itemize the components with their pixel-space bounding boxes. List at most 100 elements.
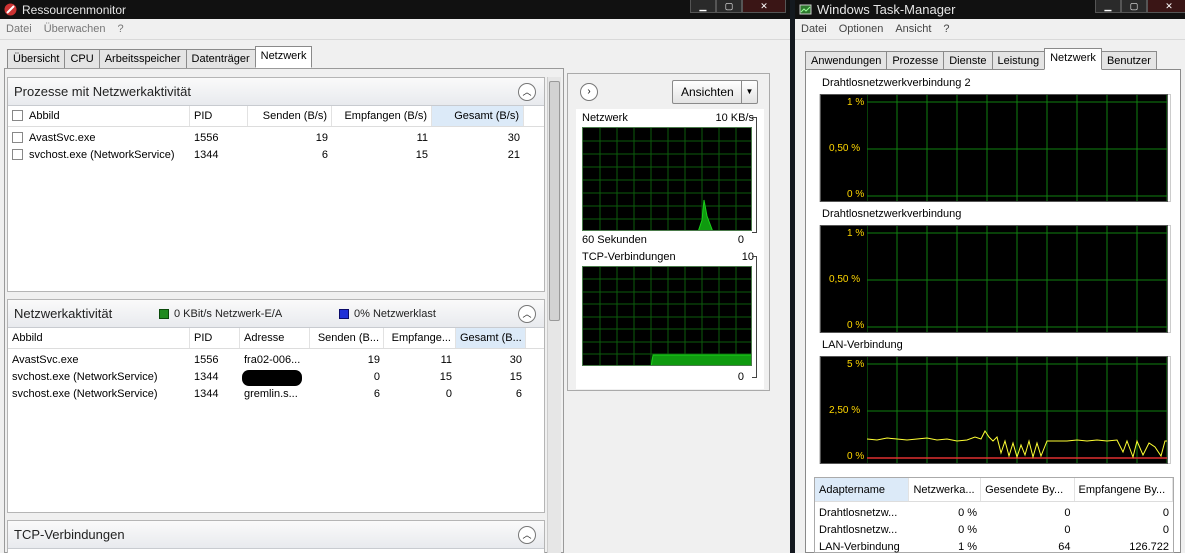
row-checkbox[interactable] [12, 149, 23, 160]
vertical-scrollbar[interactable] [547, 77, 561, 553]
y-tick-max: 1 % [847, 97, 865, 108]
rm-window-controls: ▁ ▢ ✕ [690, 0, 786, 13]
tab-arbeitsspeicher[interactable]: Arbeitsspeicher [98, 49, 187, 68]
tm-graph-wlan2-title: Drahtlosnetzwerkverbindung 2 [820, 77, 973, 89]
y-tick-mid: 0,50 % [829, 274, 861, 285]
row-checkbox[interactable] [12, 132, 23, 143]
table-row[interactable]: svchost.exe (NetworkService) 1344 gremli… [8, 386, 544, 403]
col-gesamt[interactable]: Gesamt (B/s) [432, 106, 524, 126]
col-senden[interactable]: Senden (B/s) [248, 106, 332, 126]
close-button[interactable]: ✕ [1147, 0, 1185, 13]
graph-netzwerk-max: 10 KB/s [715, 112, 754, 124]
tm-window-controls: ▁ ▢ ✕ [1095, 0, 1185, 13]
dropdown-arrow-icon: ▼ [741, 81, 757, 103]
table-row[interactable]: Drahtlosnetzw... 0 % 0 0 [815, 505, 1173, 522]
task-manager-window: Windows Task-Manager ▁ ▢ ✕ Datei Optione… [795, 0, 1185, 553]
col-abbild[interactable]: Abbild [8, 106, 190, 126]
y-tick-min: 0 % [847, 451, 865, 462]
tab-dienste[interactable]: Dienste [943, 51, 993, 70]
col-abbild[interactable]: Abbild [8, 328, 190, 348]
proc-section: Prozesse mit Netzwerkaktivität ︿ Abbild … [7, 77, 545, 292]
col-senden[interactable]: Senden (B... [310, 328, 384, 348]
io-color-icon [159, 308, 169, 319]
tm-graph-canvas: 1 % 0,50 % 0 % [820, 225, 1168, 333]
tab-cpu[interactable]: CPU [64, 49, 100, 68]
col-empfangen[interactable]: Empfangen (B/s) [332, 106, 432, 126]
maximize-button[interactable]: ▢ [716, 0, 742, 13]
tab-prozesse[interactable]: Prozesse [886, 51, 945, 70]
tab-datentraeger[interactable]: Datenträger [185, 49, 256, 68]
minimize-button[interactable]: ▁ [1095, 0, 1121, 13]
tm-grid-svg [867, 95, 1167, 201]
select-all-checkbox[interactable] [12, 110, 23, 121]
tab-leistung[interactable]: Leistung [991, 51, 1046, 70]
graph-netzwerk-footer: 60 Sekunden [582, 234, 647, 246]
col-pid[interactable]: PID [190, 328, 240, 348]
tab-netzwerk[interactable]: Netzwerk [254, 46, 313, 68]
collapse-icon[interactable]: ︿ [518, 526, 536, 544]
net-table-header: Abbild PID Adresse Senden (B... Empfange… [8, 328, 544, 349]
graph-bracket [752, 117, 757, 233]
proc-table-header: Abbild PID Senden (B/s) Empfangen (B/s) … [8, 106, 544, 127]
redacted-address [242, 370, 302, 386]
table-row[interactable]: svchost.exe (NetworkService) 1344 6 15 2… [8, 147, 544, 164]
col-adaptername[interactable]: Adaptername [815, 478, 910, 501]
table-row[interactable]: AvastSvc.exe 1556 19 11 30 [8, 130, 544, 147]
tm-menubar: Datei Optionen Ansicht ? [795, 19, 1185, 40]
tm-graph-wlan-title: Drahtlosnetzwerkverbindung [820, 208, 964, 220]
views-button[interactable]: Ansichten ▼ [672, 80, 758, 104]
table-row[interactable]: Drahtlosnetzw... 0 % 0 0 [815, 522, 1173, 539]
tcp-graph [582, 266, 752, 366]
collapse-icon[interactable]: ︿ [518, 83, 536, 101]
y-tick-mid: 0,50 % [829, 143, 861, 154]
col-empfangen[interactable]: Empfange... [384, 328, 456, 348]
menu-ansicht[interactable]: Ansicht [895, 23, 931, 35]
menu-help[interactable]: ? [117, 23, 123, 35]
expand-graphs-icon[interactable]: › [580, 83, 598, 101]
adapter-table-header: Adaptername Netzwerka... Gesendete By...… [815, 478, 1173, 502]
col-pid[interactable]: PID [190, 106, 248, 126]
table-row[interactable]: AvastSvc.exe 1556 fra02-006... 19 11 30 [8, 352, 544, 369]
menu-optionen[interactable]: Optionen [839, 23, 884, 35]
graph-netzwerk-title: Netzwerk [582, 112, 628, 124]
tm-grid-svg [867, 226, 1167, 332]
tab-uebersicht[interactable]: Übersicht [7, 49, 66, 68]
col-netzwerkauslastung[interactable]: Netzwerka... [909, 478, 982, 501]
col-gesamt[interactable]: Gesamt (B... [456, 328, 526, 348]
tm-lan-svg [867, 357, 1167, 463]
net-section-header[interactable]: Netzwerkaktivität 0 KBit/s Netzwerk-E/A … [8, 300, 544, 328]
tcp-section-header[interactable]: TCP-Verbindungen ︿ [8, 521, 544, 549]
maximize-button[interactable]: ▢ [1121, 0, 1147, 13]
rm-content: Prozesse mit Netzwerkaktivität ︿ Abbild … [4, 68, 564, 553]
rm-titlebar[interactable]: Ressourcenmonitor [0, 0, 790, 19]
table-row[interactable]: LAN-Verbindung 1 % 64 126.722 [815, 539, 1173, 553]
tm-graph-wlan2: Drahtlosnetzwerkverbindung 2 1 % 0,50 % … [814, 77, 1171, 206]
tm-title: Windows Task-Manager [817, 2, 956, 17]
menu-ueberwachen[interactable]: Überwachen [44, 23, 106, 35]
network-graph [582, 127, 752, 231]
tab-benutzer[interactable]: Benutzer [1100, 51, 1157, 70]
io-badge: 0 KBit/s Netzwerk-E/A [174, 307, 283, 320]
net-table-body: AvastSvc.exe 1556 fra02-006... 19 11 30 … [8, 349, 544, 403]
col-adresse[interactable]: Adresse [240, 328, 310, 348]
col-gesendete-bytes[interactable]: Gesendete By... [981, 478, 1075, 501]
minimize-button[interactable]: ▁ [690, 0, 716, 13]
close-button[interactable]: ✕ [742, 0, 786, 13]
tm-graph-lan: LAN-Verbindung 5 % 2,50 % 0 % [814, 339, 1171, 468]
menu-datei[interactable]: Datei [6, 23, 32, 35]
proc-section-title: Prozesse mit Netzwerkaktivität [14, 84, 191, 99]
table-row[interactable]: svchost.exe (NetworkService) 1344 0 15 1… [8, 369, 544, 386]
tab-anwendungen[interactable]: Anwendungen [805, 51, 888, 70]
col-empfangene-bytes[interactable]: Empfangene By... [1075, 478, 1173, 501]
scrollbar-thumb[interactable] [549, 81, 560, 321]
menu-help[interactable]: ? [943, 23, 949, 35]
net-section: Netzwerkaktivität 0 KBit/s Netzwerk-E/A … [7, 299, 545, 513]
adapter-table-body: Drahtlosnetzw... 0 % 0 0 Drahtlosnetzw..… [815, 502, 1173, 553]
adapter-table: Adaptername Netzwerka... Gesendete By...… [814, 477, 1174, 553]
collapse-icon[interactable]: ︿ [518, 305, 536, 323]
tcp-graph-svg [583, 267, 751, 365]
graph-pane: › Ansichten ▼ Netzwerk 10 KB/s 60 Sekund… [567, 73, 770, 391]
tab-netzwerk[interactable]: Netzwerk [1044, 48, 1102, 70]
menu-datei[interactable]: Datei [801, 23, 827, 35]
proc-section-header[interactable]: Prozesse mit Netzwerkaktivität ︿ [8, 78, 544, 106]
